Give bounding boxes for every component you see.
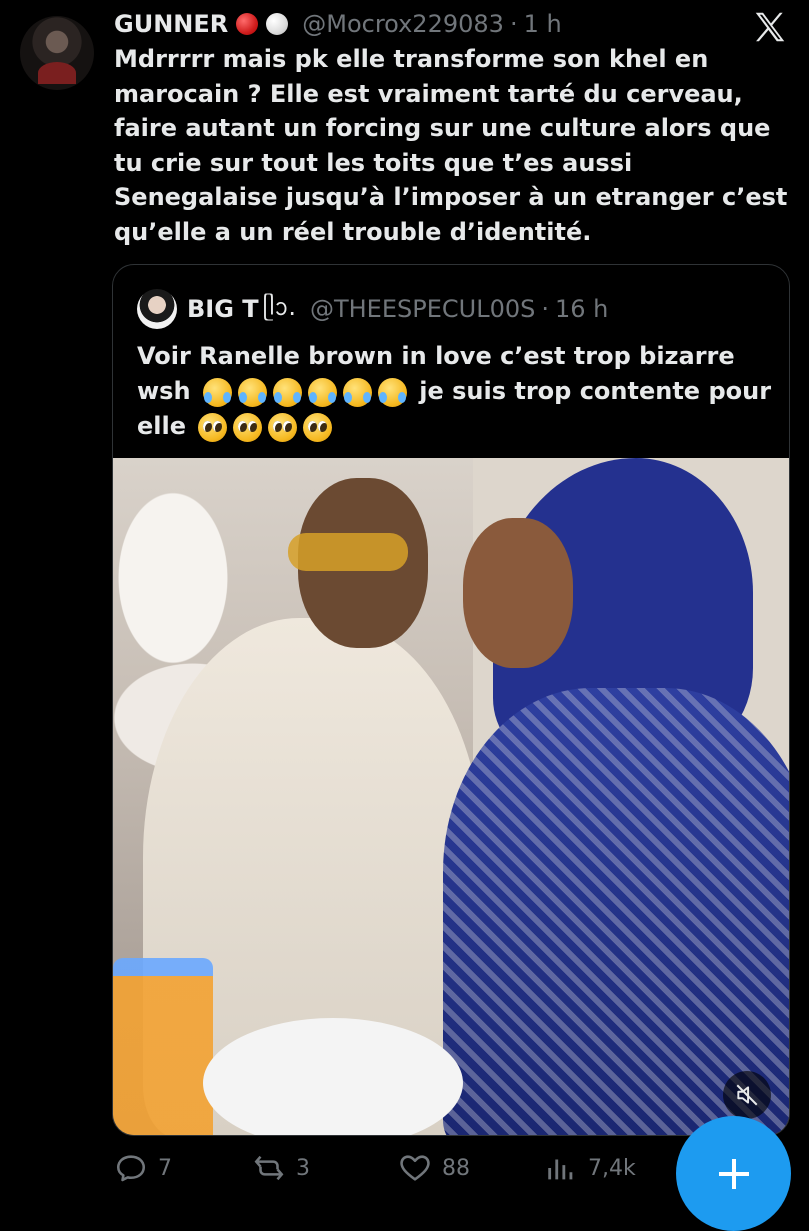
- pleading-face-emoji: [233, 412, 263, 442]
- white-circle-emoji: [266, 13, 289, 35]
- red-circle-emoji: [236, 13, 259, 35]
- quoted-tweet-header: BIG T ᥫᩣ. @THEESPECUL00S · 16 h: [187, 291, 608, 327]
- separator-dot: ·: [509, 10, 518, 38]
- tears-of-joy-emoji: [377, 377, 407, 407]
- pleading-face-emoji: [268, 412, 298, 442]
- tears-of-joy-emoji: [237, 377, 267, 407]
- pleading-face-emoji: [303, 412, 333, 442]
- like-count: 88: [442, 1155, 470, 1181]
- tweet-header: GUNNER @Mocrox229083 · 1 h: [114, 6, 789, 42]
- repost-button[interactable]: 3: [252, 1148, 310, 1188]
- tears-of-joy-emoji: [342, 377, 372, 407]
- quoted-author-name[interactable]: BIG T: [187, 295, 259, 323]
- quoted-tweet-text: Voir Ranelle brown in love c’est trop bi…: [137, 339, 777, 444]
- reply-count: 7: [158, 1155, 172, 1181]
- mute-button[interactable]: [723, 1071, 771, 1119]
- quoted-author-handle[interactable]: @THEESPECUL00S: [310, 295, 535, 323]
- reply-icon: [116, 1155, 146, 1182]
- quoted-author-avatar[interactable]: [137, 289, 177, 329]
- repost-icon: [254, 1155, 284, 1181]
- quoted-video-media[interactable]: [113, 458, 789, 1135]
- quoted-tweet-card[interactable]: BIG T ᥫᩣ. @THEESPECUL00S · 16 h Voir Ran…: [112, 264, 790, 1136]
- woman-figure: [443, 688, 789, 1135]
- views-icon: [548, 1159, 573, 1180]
- repost-count: 3: [296, 1155, 310, 1181]
- x-logo-icon[interactable]: [751, 8, 789, 46]
- heart-icon: [400, 1155, 430, 1181]
- tears-of-joy-emoji: [202, 377, 232, 407]
- author-handle[interactable]: @Mocrox229083: [302, 10, 504, 38]
- reply-button[interactable]: 7: [114, 1148, 172, 1188]
- tears-of-joy-emoji: [272, 377, 302, 407]
- pleading-face-emoji: [198, 412, 228, 442]
- quoted-separator-dot: ·: [541, 295, 549, 323]
- views-button[interactable]: 7,4k: [544, 1148, 636, 1188]
- quoted-name-glyph: ᥫᩣ.: [262, 293, 296, 321]
- tweet-time[interactable]: 1 h: [524, 10, 562, 38]
- pleading-emoji-group: [198, 412, 333, 442]
- views-count: 7,4k: [588, 1155, 636, 1181]
- laughing-emoji-group: [202, 377, 407, 407]
- tweet-action-bar: 7 3 88 7,4k: [114, 1148, 674, 1188]
- tweet-text: Mdrrrrr mais pk elle transforme son khel…: [114, 45, 788, 246]
- plus-icon: [718, 1158, 749, 1189]
- like-button[interactable]: 88: [398, 1148, 470, 1188]
- author-avatar[interactable]: [20, 16, 94, 90]
- author-name[interactable]: GUNNER: [114, 10, 228, 38]
- mute-icon: [736, 1084, 758, 1106]
- compose-button[interactable]: [676, 1116, 791, 1231]
- quoted-tweet-time[interactable]: 16 h: [555, 295, 608, 323]
- tears-of-joy-emoji: [307, 377, 337, 407]
